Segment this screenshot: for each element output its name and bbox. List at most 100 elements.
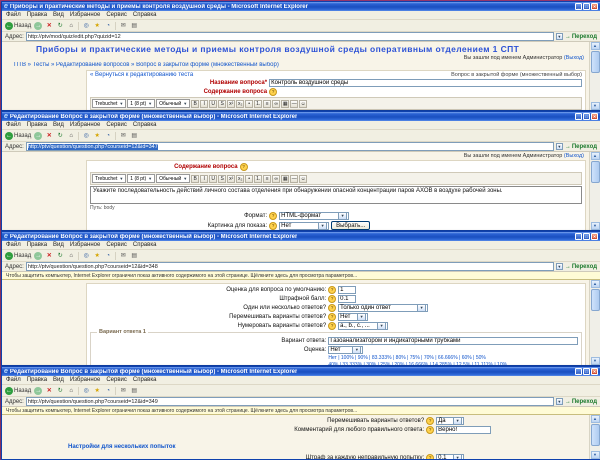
go-button[interactable]: → Переход [565, 399, 597, 405]
print-icon[interactable]: ▤ [130, 132, 138, 140]
underline-button[interactable]: U [209, 174, 218, 183]
forward-icon[interactable]: → [34, 386, 43, 395]
menu-help[interactable]: Справка [133, 122, 157, 128]
stop-icon[interactable]: ✕ [45, 252, 53, 260]
scroll-up-icon[interactable]: ▲ [590, 415, 600, 423]
scroll-thumb[interactable] [590, 161, 600, 183]
font-name-select[interactable]: Trebuchet ▼ [92, 99, 127, 108]
default-grade-input[interactable] [338, 286, 357, 294]
ie-information-bar[interactable]: Чтобы защитить компьютер, Internet Explo… [2, 272, 600, 280]
subscript-button[interactable]: x₂ [236, 174, 245, 183]
maximize-button[interactable]: □ [583, 113, 590, 120]
go-button[interactable]: → Переход [565, 34, 597, 40]
question-text-editor[interactable]: Укажите последовательность действий личн… [90, 186, 582, 204]
back-to-quiz-link[interactable]: « Вернуться к редактированию теста [90, 72, 193, 78]
numbered-list-button[interactable]: 1. [254, 99, 263, 108]
back-button[interactable]: ← Назад [5, 386, 31, 395]
answer-input[interactable] [328, 337, 578, 345]
single-answer-select[interactable]: Только один ответ ▼ [338, 304, 429, 312]
refresh-icon[interactable]: ↻ [56, 22, 64, 30]
search-icon[interactable]: ◎ [82, 252, 90, 260]
mail-icon[interactable]: ✉ [119, 387, 127, 395]
print-icon[interactable]: ▤ [130, 387, 138, 395]
close-button[interactable]: ✕ [591, 233, 598, 240]
correct-feedback-input[interactable] [436, 426, 492, 434]
menu-edit[interactable]: Правка [27, 377, 47, 383]
hr-button[interactable]: — [290, 99, 299, 108]
menu-help[interactable]: Справка [133, 377, 157, 383]
title-bar[interactable]: e Редактирование Вопрос в закрытой форме… [2, 232, 600, 241]
shuffle-select[interactable]: Нет ▼ [338, 313, 369, 321]
history-icon[interactable]: ◔ [104, 132, 112, 140]
title-bar[interactable]: e Редактирование Вопрос в закрытой форме… [2, 367, 600, 376]
scroll-up-icon[interactable]: ▲ [590, 152, 600, 160]
help-icon[interactable]: ? [328, 322, 337, 330]
home-icon[interactable]: ⌂ [67, 132, 75, 140]
breadcrumb[interactable]: ПТВ » Тесты » Редактирование вопросов » … [14, 62, 586, 68]
scroll-thumb[interactable] [590, 51, 600, 73]
favorites-icon[interactable]: ★ [93, 252, 101, 260]
font-name-select[interactable]: Trebuchet ▼ [92, 174, 127, 183]
maximize-button[interactable]: □ [583, 368, 590, 375]
forward-icon[interactable]: → [34, 251, 43, 260]
address-dropdown-icon[interactable]: ▼ [555, 263, 563, 270]
image-button[interactable]: ▦ [281, 174, 290, 183]
image-button[interactable]: ▦ [281, 99, 290, 108]
retry-penalty-select[interactable]: 0.1 ▼ [436, 454, 465, 459]
link-button[interactable]: ∞ [272, 99, 281, 108]
scroll-down-icon[interactable]: ▼ [590, 102, 600, 110]
grade-percent-links[interactable]: 40% | 33.333% | 30% | 25% | 20% | 16.666… [328, 362, 507, 365]
forward-icon[interactable]: → [34, 21, 43, 30]
help-icon[interactable]: ? [328, 295, 337, 303]
menu-favorites[interactable]: Избранное [70, 12, 100, 18]
scrollbar[interactable]: ▲ ▼ [589, 280, 600, 365]
ie-information-bar[interactable]: Чтобы защитить компьютер, Internet Explo… [2, 407, 600, 415]
superscript-button[interactable]: x² [227, 174, 236, 183]
print-icon[interactable]: ▤ [130, 252, 138, 260]
scroll-thumb[interactable] [590, 424, 600, 446]
image-select[interactable]: Нет ▼ [279, 221, 330, 230]
menu-edit[interactable]: Правка [27, 122, 47, 128]
stop-icon[interactable]: ✕ [45, 387, 53, 395]
hr-button[interactable]: — [290, 174, 299, 183]
menu-file[interactable]: Файл [6, 377, 21, 383]
address-input[interactable]: http://ptv/question/question.php?coursei… [25, 142, 554, 151]
help-icon[interactable]: ? [426, 417, 435, 425]
scroll-down-icon[interactable]: ▼ [590, 451, 600, 459]
scroll-down-icon[interactable]: ▼ [590, 357, 600, 365]
print-icon[interactable]: ▤ [130, 22, 138, 30]
help-icon[interactable]: ? [269, 221, 278, 230]
menu-favorites[interactable]: Избранное [70, 122, 100, 128]
address-dropdown-icon[interactable]: ▼ [555, 33, 563, 40]
grade-percent-links[interactable]: Нет | 100% | 90% | 83.333% | 80% | 75% |… [328, 355, 486, 361]
back-button[interactable]: ← Назад [5, 21, 31, 30]
help-icon[interactable]: ? [269, 212, 278, 220]
italic-button[interactable]: I [200, 174, 209, 183]
multiple-tries-section-link[interactable]: Настройки для нескольких попыток [68, 444, 176, 450]
choose-file-button[interactable]: Выбрать... [331, 221, 371, 230]
help-icon[interactable]: ? [328, 304, 337, 312]
penalty-input[interactable] [338, 295, 357, 303]
menu-tools[interactable]: Сервис [106, 122, 127, 128]
go-button[interactable]: → Переход [565, 264, 597, 270]
menu-tools[interactable]: Сервис [106, 12, 127, 18]
menu-favorites[interactable]: Избранное [70, 377, 100, 383]
scroll-up-icon[interactable]: ▲ [590, 280, 600, 288]
home-icon[interactable]: ⌂ [67, 22, 75, 30]
history-icon[interactable]: ◔ [104, 22, 112, 30]
scroll-thumb[interactable] [590, 289, 600, 311]
subscript-button[interactable]: x₂ [236, 99, 245, 108]
forward-icon[interactable]: → [34, 131, 43, 140]
numbered-list-button[interactable]: 1. [254, 174, 263, 183]
smiley-button[interactable]: ☺ [299, 99, 308, 108]
history-icon[interactable]: ◔ [104, 252, 112, 260]
back-button[interactable]: ← Назад [5, 131, 31, 140]
maximize-button[interactable]: □ [583, 233, 590, 240]
help-icon[interactable]: ? [426, 454, 435, 459]
stop-icon[interactable]: ✕ [45, 132, 53, 140]
menu-file[interactable]: Файл [6, 122, 21, 128]
superscript-button[interactable]: x² [227, 99, 236, 108]
logout-link[interactable]: (Выход) [564, 55, 584, 61]
shuffle-select[interactable]: Да ▼ [436, 417, 465, 425]
favorites-icon[interactable]: ★ [93, 387, 101, 395]
